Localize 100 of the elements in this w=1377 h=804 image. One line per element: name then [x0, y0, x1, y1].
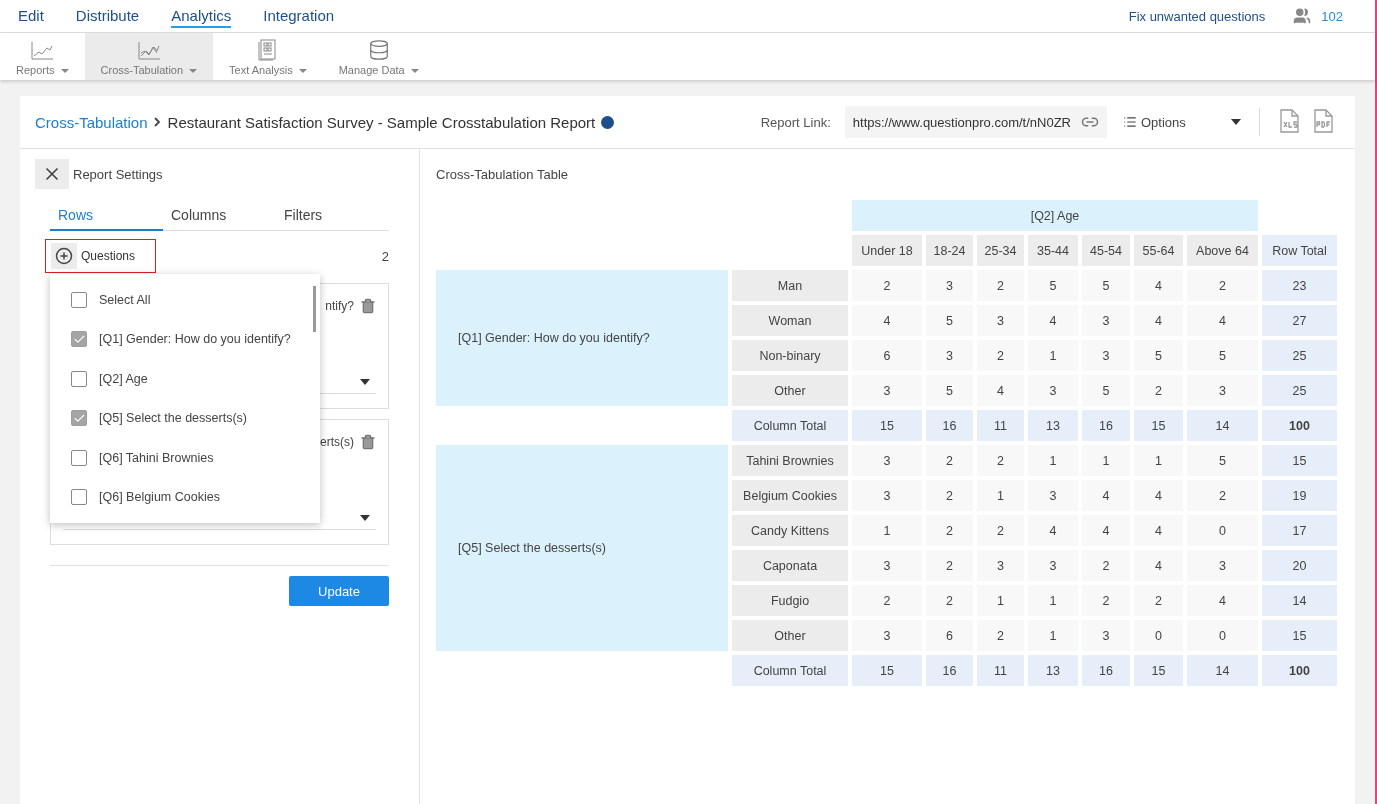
- question-option[interactable]: Select All: [50, 280, 320, 320]
- toolbar-menu[interactable]: Manage Data: [322, 33, 435, 80]
- checkbox[interactable]: [71, 410, 87, 427]
- settings-tab[interactable]: Columns: [163, 203, 276, 231]
- total-cell: 13: [1028, 655, 1078, 686]
- table-cell: 4: [1082, 515, 1130, 546]
- checkbox[interactable]: [71, 291, 87, 308]
- caret-icon: [360, 515, 370, 521]
- row-header: Woman: [732, 305, 848, 336]
- table-cell: 2: [1082, 550, 1130, 581]
- row-header: Man: [732, 270, 848, 301]
- question-option[interactable]: [Q5] Select the desserts(s): [50, 398, 320, 438]
- table-cell: 3: [1187, 375, 1258, 406]
- total-row-header: Column Total: [732, 410, 848, 441]
- table-cell: 3: [1082, 340, 1130, 371]
- table-title: Cross-Tabulation Table: [436, 167, 569, 182]
- close-button[interactable]: [35, 159, 69, 189]
- row-header: Other: [732, 375, 848, 406]
- total-cell: 16: [926, 655, 973, 686]
- checkbox[interactable]: [71, 449, 87, 466]
- table-cell: 3: [1028, 375, 1078, 406]
- checkbox[interactable]: [71, 489, 87, 506]
- table-cell: 3: [852, 375, 922, 406]
- table-cell: 4: [1187, 585, 1258, 616]
- document-icon: [257, 39, 278, 61]
- question-option[interactable]: [Q2] Age: [50, 359, 320, 399]
- users-icon: [1293, 7, 1312, 25]
- table-cell: 5: [1134, 340, 1183, 371]
- report-link-field[interactable]: https://www.questionpro.com/t/nN0ZR: [844, 106, 1107, 138]
- table-cell: 3: [1028, 550, 1078, 581]
- checkbox[interactable]: [71, 331, 87, 348]
- table-cell: 2: [977, 270, 1024, 301]
- caret-icon: [360, 379, 370, 385]
- table-cell: 4: [1082, 480, 1130, 511]
- table-cell: 6: [852, 340, 922, 371]
- table-cell: 2: [1187, 480, 1258, 511]
- table-cell: 4: [1134, 515, 1183, 546]
- table-cell: 27: [1262, 305, 1337, 336]
- table-cell: 1: [977, 585, 1024, 616]
- table-cell: 0: [1187, 515, 1258, 546]
- scrollbar-thumb[interactable]: [313, 286, 316, 332]
- table-cell: 3: [1187, 550, 1258, 581]
- total-cell: 15: [1134, 655, 1183, 686]
- table-cell: 5: [926, 305, 973, 336]
- table-cell: 3: [852, 550, 922, 581]
- question-text: erts(s): [320, 435, 354, 449]
- column-header: Under 18: [852, 235, 922, 266]
- question-count: 2: [381, 248, 389, 264]
- row-header: Candy Kittens: [732, 515, 848, 546]
- settings-tab[interactable]: Filters: [276, 203, 389, 231]
- table-cell: 2: [977, 340, 1024, 371]
- table-cell: 2: [1082, 585, 1130, 616]
- table-cell: 2: [1187, 270, 1258, 301]
- table-cell: 4: [852, 305, 922, 336]
- column-header: 25-34: [977, 235, 1024, 266]
- table-cell: 2: [977, 515, 1024, 546]
- table-cell: 3: [1082, 620, 1130, 651]
- total-cell: 11: [977, 655, 1024, 686]
- nav-tab[interactable]: Integration: [263, 4, 335, 28]
- question-option[interactable]: [Q6] Tahini Brownies: [50, 438, 320, 478]
- table-cell: 3: [1082, 305, 1130, 336]
- table-cell: 15: [1262, 620, 1337, 651]
- column-header: 45-54: [1082, 235, 1130, 266]
- table-cell: 4: [1134, 550, 1183, 581]
- total-cell: 15: [852, 410, 922, 441]
- nav-tab[interactable]: Edit: [18, 4, 44, 28]
- user-count: 102: [1321, 8, 1343, 24]
- total-cell: 100: [1262, 410, 1337, 441]
- total-cell: 15: [1134, 410, 1183, 441]
- toolbar-menu[interactable]: Reports: [0, 33, 85, 80]
- chevron-icon: [151, 116, 162, 128]
- table-cell: 1: [977, 480, 1024, 511]
- nav-tab[interactable]: Analytics: [171, 4, 232, 28]
- row-group-header: [Q5] Select the desserts(s): [436, 445, 728, 651]
- fix-questions-link[interactable]: Fix unwanted questions: [1128, 8, 1266, 24]
- table-cell: 3: [977, 550, 1024, 581]
- table-cell: 2: [1134, 375, 1183, 406]
- total-cell: 11: [977, 410, 1024, 441]
- update-button[interactable]: Update: [289, 576, 389, 606]
- checkbox[interactable]: [71, 370, 87, 387]
- question-option[interactable]: [Q6] Belgium Cookies: [50, 477, 320, 517]
- toolbar-menu[interactable]: Text Analysis: [213, 33, 323, 80]
- total-cell: 13: [1028, 410, 1078, 441]
- add-questions-button[interactable]: Questions: [45, 239, 157, 273]
- settings-tab[interactable]: Rows: [50, 203, 163, 231]
- table-cell: 3: [852, 445, 922, 476]
- row-header: Caponata: [732, 550, 848, 581]
- total-cell: 14: [1187, 655, 1258, 686]
- plus-icon: [55, 247, 73, 265]
- column-header: Row Total: [1262, 235, 1337, 266]
- breadcrumb-link[interactable]: Cross-Tabulation: [35, 113, 148, 131]
- question-option[interactable]: [Q1] Gender: How do you identify?: [50, 319, 320, 359]
- nav-tab[interactable]: Distribute: [75, 4, 140, 28]
- table-cell: 25: [1262, 375, 1337, 406]
- trash-icon[interactable]: [360, 434, 376, 450]
- trash-icon[interactable]: [360, 298, 376, 314]
- column-header: 55-64: [1134, 235, 1183, 266]
- toolbar-menu[interactable]: Cross-Tabulation: [84, 33, 214, 80]
- table-cell: 1: [1134, 445, 1183, 476]
- list-icon: [1123, 115, 1137, 129]
